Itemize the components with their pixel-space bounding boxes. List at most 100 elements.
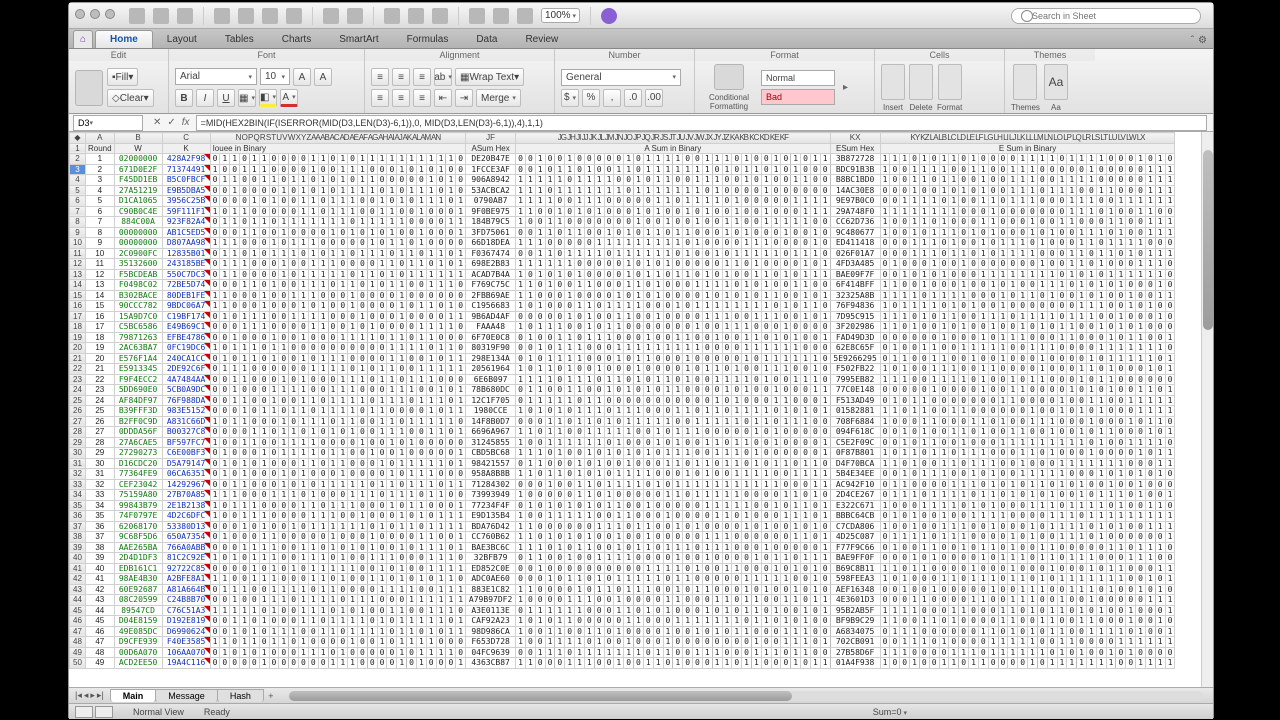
- cell-bit[interactable]: 0: [712, 290, 722, 301]
- cell-bit[interactable]: 0: [693, 605, 703, 616]
- cell-bit[interactable]: 1: [791, 563, 801, 574]
- cell-round[interactable]: 40: [86, 563, 115, 574]
- cell-bit[interactable]: 0: [230, 532, 240, 543]
- cell-bit[interactable]: 0: [407, 605, 417, 616]
- cell-bit[interactable]: 1: [742, 353, 752, 364]
- cell-bit[interactable]: 0: [555, 563, 565, 574]
- cell-bit[interactable]: 0: [969, 427, 979, 438]
- cell-bit[interactable]: 1: [761, 206, 771, 217]
- cell-bit[interactable]: 1: [959, 437, 969, 448]
- cell-bit[interactable]: 1: [722, 269, 732, 280]
- cell-bit[interactable]: 1: [1087, 227, 1097, 238]
- cell-bit[interactable]: 1: [771, 479, 781, 490]
- cell-bit[interactable]: 0: [516, 154, 526, 165]
- cell-bit[interactable]: 1: [712, 500, 722, 511]
- cell-bit[interactable]: 1: [604, 647, 614, 658]
- cell-bit[interactable]: 0: [634, 269, 644, 280]
- cell-bit[interactable]: 0: [584, 637, 594, 648]
- cell-bit[interactable]: 0: [732, 511, 742, 522]
- cell-bit[interactable]: 1: [1106, 563, 1116, 574]
- cell-bit[interactable]: 0: [761, 322, 771, 333]
- cell-bit[interactable]: 0: [1057, 385, 1067, 396]
- cell-bit[interactable]: 1: [1096, 259, 1106, 270]
- cell-bit[interactable]: 1: [988, 343, 998, 354]
- cell-bit[interactable]: 1: [880, 658, 890, 669]
- cell-bit[interactable]: 1: [289, 175, 299, 186]
- cell-bit[interactable]: 1: [1087, 175, 1097, 186]
- cell-bit[interactable]: 1: [959, 406, 969, 417]
- style-bad[interactable]: Bad: [761, 89, 835, 105]
- cell-bit[interactable]: 1: [230, 364, 240, 375]
- cell-bit[interactable]: 0: [516, 395, 526, 406]
- cell-bit[interactable]: 0: [801, 574, 811, 585]
- cell-w[interactable]: D9CFE939: [114, 637, 162, 648]
- cell-bit[interactable]: 1: [594, 647, 604, 658]
- cell-bit[interactable]: 1: [397, 448, 407, 459]
- cell-bit[interactable]: 1: [259, 322, 269, 333]
- cell-bit[interactable]: 1: [299, 206, 309, 217]
- cell-bit[interactable]: 1: [751, 658, 761, 669]
- cell-bit[interactable]: 1: [693, 616, 703, 627]
- cell-bit[interactable]: 1: [1028, 605, 1038, 616]
- cell-bit[interactable]: 1: [338, 196, 348, 207]
- cell-bit[interactable]: 0: [1008, 322, 1018, 333]
- cell-bit[interactable]: 1: [801, 637, 811, 648]
- cell-bit[interactable]: 0: [1028, 458, 1038, 469]
- cell-bit[interactable]: 0: [1008, 416, 1018, 427]
- cell-bit[interactable]: 1: [308, 500, 318, 511]
- cell-bit[interactable]: 1: [426, 490, 436, 501]
- cell-k[interactable]: 2E1B2138: [162, 500, 210, 511]
- cell-bit[interactable]: 0: [545, 584, 555, 595]
- cell-esum-hex[interactable]: F77F9C66: [830, 542, 880, 553]
- cell-bit[interactable]: 0: [604, 164, 614, 175]
- cell-bit[interactable]: 1: [240, 364, 250, 375]
- cell-bit[interactable]: 1: [673, 584, 683, 595]
- cell-bit[interactable]: 1: [407, 521, 417, 532]
- cell-bit[interactable]: 1: [624, 469, 634, 480]
- cell-bit[interactable]: 1: [1077, 311, 1087, 322]
- cell-bit[interactable]: 0: [810, 542, 820, 553]
- cell-bit[interactable]: 1: [348, 332, 358, 343]
- cell-bit[interactable]: 0: [643, 647, 653, 658]
- cell-bit[interactable]: 1: [555, 427, 565, 438]
- cell-bit[interactable]: 1: [279, 227, 289, 238]
- cell-bit[interactable]: 1: [289, 521, 299, 532]
- cell-bit[interactable]: 1: [919, 406, 929, 417]
- cell-bit[interactable]: 1: [949, 406, 959, 417]
- cell-bit[interactable]: 0: [673, 217, 683, 228]
- cell-bit[interactable]: 1: [240, 647, 250, 658]
- cell-bit[interactable]: 0: [1136, 311, 1146, 322]
- cell-bit[interactable]: 1: [436, 542, 446, 553]
- cell-bit[interactable]: 1: [575, 637, 585, 648]
- cell-bit[interactable]: 1: [988, 490, 998, 501]
- cell-bit[interactable]: 0: [1116, 595, 1126, 606]
- cell-bit[interactable]: 1: [289, 385, 299, 396]
- cell-bit[interactable]: 0: [1037, 227, 1047, 238]
- cell-bit[interactable]: 0: [929, 511, 939, 522]
- sheet-tab-hash[interactable]: Hash: [217, 689, 264, 702]
- cell-bit[interactable]: 0: [416, 427, 426, 438]
- cell-bit[interactable]: 1: [1018, 322, 1028, 333]
- cell-bit[interactable]: 0: [535, 521, 545, 532]
- cell-bit[interactable]: 1: [1037, 374, 1047, 385]
- cell-bit[interactable]: 1: [702, 532, 712, 543]
- cell-bit[interactable]: 0: [810, 343, 820, 354]
- cell-bit[interactable]: 0: [545, 185, 555, 196]
- cell-round[interactable]: 10: [86, 248, 115, 259]
- cell-bit[interactable]: 0: [890, 437, 900, 448]
- cell-bit[interactable]: 0: [890, 301, 900, 312]
- cell-w[interactable]: 00D6A070: [114, 647, 162, 658]
- cell-bit[interactable]: 1: [890, 458, 900, 469]
- cell-bit[interactable]: 1: [1047, 154, 1057, 165]
- cell-bit[interactable]: 1: [702, 301, 712, 312]
- cell-k[interactable]: 71374491: [162, 164, 210, 175]
- cell-bit[interactable]: 1: [919, 563, 929, 574]
- cell-bit[interactable]: 0: [1057, 259, 1067, 270]
- cell-bit[interactable]: 1: [210, 500, 220, 511]
- cell-bit[interactable]: 1: [663, 458, 673, 469]
- cell-bit[interactable]: 1: [367, 175, 377, 186]
- cell-bit[interactable]: 1: [820, 385, 830, 396]
- cell-bit[interactable]: 1: [1008, 605, 1018, 616]
- cell-bit[interactable]: 0: [1136, 301, 1146, 312]
- cell-bit[interactable]: 0: [338, 238, 348, 249]
